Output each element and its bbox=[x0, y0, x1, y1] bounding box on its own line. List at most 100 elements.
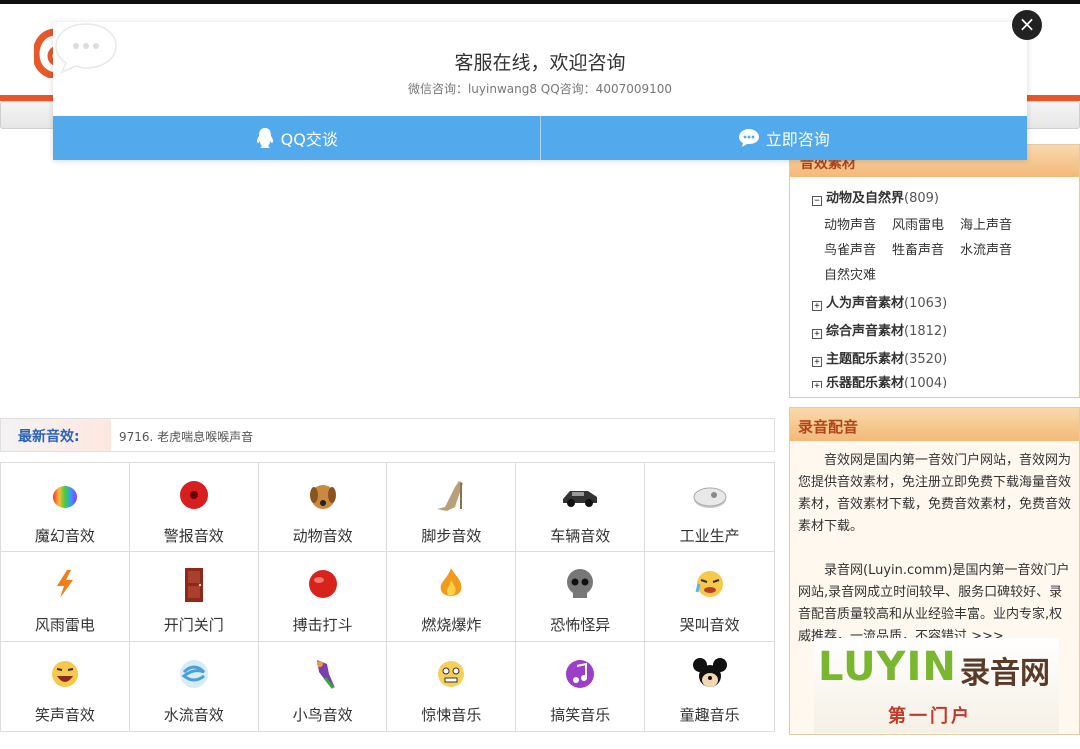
category-tile[interactable]: 童趣音乐 bbox=[645, 642, 774, 731]
door-icon bbox=[184, 568, 203, 603]
category-tile[interactable]: 开门关门 bbox=[129, 552, 259, 642]
qq-penguin-icon bbox=[256, 128, 273, 148]
category-count: (1004) bbox=[904, 376, 948, 388]
category-name[interactable]: 动物及自然界 bbox=[826, 191, 904, 206]
luyin-logo-cn: 录音网 bbox=[960, 656, 1050, 691]
crying-face-icon bbox=[695, 571, 723, 598]
category-label[interactable]: 脚步音效 bbox=[387, 525, 515, 546]
luyin-description: 音效网是国内第一音效门户网站，音效网为您提供音效素材，免注册立即免费下载海量音效… bbox=[790, 441, 1079, 648]
qq-chat-button[interactable]: QQ交谈 bbox=[53, 116, 540, 160]
expand-icon[interactable]: + bbox=[812, 301, 822, 311]
subcategory-link[interactable]: 水流声音 bbox=[960, 238, 1028, 263]
top-bar bbox=[0, 0, 1080, 4]
category-label[interactable]: 搏击打斗 bbox=[259, 614, 387, 635]
category-label[interactable]: 魔幻音效 bbox=[1, 525, 129, 546]
dog-icon bbox=[309, 485, 336, 509]
category-name[interactable]: 主题配乐素材 bbox=[826, 352, 904, 367]
category-label[interactable]: 风雨雷电 bbox=[1, 614, 129, 635]
sports-car-icon bbox=[563, 491, 598, 507]
category-item-expanded[interactable]: − 动物及自然界(809) bbox=[812, 185, 1079, 213]
category-label[interactable]: 警报音效 bbox=[130, 525, 258, 546]
category-label[interactable]: 动物音效 bbox=[259, 525, 387, 546]
category-label[interactable]: 工业生产 bbox=[645, 525, 774, 546]
category-count: (1812) bbox=[904, 324, 948, 339]
category-tile[interactable]: 车辆音效 bbox=[516, 463, 646, 553]
category-label[interactable]: 惊悚音乐 bbox=[387, 704, 515, 725]
scared-face-icon bbox=[438, 660, 465, 687]
fire-icon bbox=[441, 568, 462, 597]
subcategory-link[interactable]: 海上声音 bbox=[960, 213, 1028, 238]
subcategory-link[interactable]: 鸟雀声音 bbox=[824, 238, 892, 263]
category-tile[interactable]: 惊悚音乐 bbox=[387, 641, 517, 731]
luyin-paragraph[interactable]: 录音网(Luyin.comm)是国内第一音效门户网站,录音网成立时间较早、服务口… bbox=[798, 560, 1071, 648]
chat-bubble-icon bbox=[55, 23, 117, 74]
category-item[interactable]: + 综合声音素材(1812) bbox=[812, 318, 1079, 346]
mickey-icon bbox=[692, 657, 727, 687]
subcategory-link[interactable]: 牲畜声音 bbox=[892, 238, 960, 263]
category-tile[interactable]: 哭叫音效 bbox=[645, 552, 774, 642]
boxing-glove-icon bbox=[308, 570, 337, 599]
category-tile[interactable]: 恐怖怪异 bbox=[516, 552, 646, 642]
parrot-icon bbox=[316, 659, 335, 689]
chat-bubble-icon bbox=[738, 129, 759, 147]
category-label[interactable]: 恐怖怪异 bbox=[516, 614, 644, 635]
category-label[interactable]: 车辆音效 bbox=[516, 525, 644, 546]
sound-category-grid: 魔幻音效 警报音效 动物音效 脚步音效 车辆音效 工业生产 风雨雷电 开门关门 … bbox=[0, 462, 775, 732]
collapse-icon[interactable]: − bbox=[812, 196, 822, 206]
category-label[interactable]: 燃烧爆炸 bbox=[387, 614, 515, 635]
category-item[interactable]: + 乐器配乐素材(1004) bbox=[812, 374, 1079, 388]
category-tile[interactable]: 魔幻音效 bbox=[1, 463, 130, 553]
page: 音效素材 − 动物及自然界(809) 动物声音 风雨雷电 海上声音 鸟雀声音 牲畜… bbox=[0, 0, 1080, 749]
category-label[interactable]: 水流音效 bbox=[130, 704, 258, 725]
category-label[interactable]: 搞笑音乐 bbox=[516, 704, 644, 725]
category-name[interactable]: 人为声音素材 bbox=[826, 296, 904, 311]
laughing-face-icon bbox=[51, 660, 78, 687]
category-tile[interactable]: 小鸟音效 bbox=[259, 641, 388, 731]
popup-button-row: QQ交谈 立即咨询 bbox=[53, 116, 1027, 160]
subcategory-link[interactable]: 自然灾难 bbox=[824, 263, 892, 288]
category-tile[interactable]: 脚步音效 bbox=[387, 463, 517, 553]
latest-sound-link[interactable]: 9716. 老虎喘息喉喉声音 bbox=[119, 428, 253, 445]
category-label[interactable]: 小鸟音效 bbox=[259, 704, 387, 725]
consult-now-button[interactable]: 立即咨询 bbox=[539, 116, 1027, 160]
category-label[interactable]: 笑声音效 bbox=[1, 704, 129, 725]
category-tile[interactable]: 搞笑音乐 bbox=[516, 641, 646, 731]
expand-icon[interactable]: + bbox=[812, 329, 822, 339]
luyin-logo[interactable]: LUYIN 录音网 第一门户 bbox=[814, 638, 1059, 733]
luyin-panel: 录音配音 音效网是国内第一音效门户网站，音效网为您提供音效素材，免注册立即免费下… bbox=[789, 407, 1080, 735]
subcategory-link[interactable]: 风雨雷电 bbox=[892, 213, 960, 238]
close-icon[interactable]: × bbox=[1012, 10, 1042, 40]
qq-chat-label[interactable]: QQ交谈 bbox=[281, 126, 338, 150]
category-name[interactable]: 综合声音素材 bbox=[826, 324, 904, 339]
consult-now-label[interactable]: 立即咨询 bbox=[766, 126, 830, 150]
category-panel: 音效素材 − 动物及自然界(809) 动物声音 风雨雷电 海上声音 鸟雀声音 牲畜… bbox=[789, 144, 1080, 398]
category-count: (809) bbox=[904, 191, 939, 206]
skull-icon bbox=[567, 569, 594, 599]
category-item[interactable]: + 主题配乐素材(3520) bbox=[812, 346, 1079, 374]
category-tile[interactable]: 动物音效 bbox=[258, 463, 388, 553]
category-tile[interactable]: 笑声音效 bbox=[1, 641, 130, 731]
luyin-logo-slogan: 第一门户 bbox=[888, 706, 972, 727]
subcategory-link[interactable]: 动物声音 bbox=[824, 213, 892, 238]
category-tile[interactable]: 风雨雷电 bbox=[1, 552, 130, 642]
category-name[interactable]: 乐器配乐素材 bbox=[826, 376, 904, 388]
popup-contact-info: 微信咨询：luyinwang8 QQ咨询：4007009100 bbox=[407, 82, 673, 96]
expand-icon[interactable]: + bbox=[812, 357, 822, 367]
category-label[interactable]: 哭叫音效 bbox=[645, 614, 774, 635]
popup-title: 客服在线，欢迎咨询 bbox=[454, 52, 626, 74]
expand-icon[interactable]: + bbox=[812, 381, 822, 388]
category-label[interactable]: 童趣音乐 bbox=[645, 704, 774, 725]
luyin-logo-text: LUYIN bbox=[818, 644, 957, 690]
category-item[interactable]: + 人为声音素材(1063) bbox=[812, 290, 1079, 318]
luyin-panel-title: 录音配音 bbox=[790, 408, 1079, 441]
category-tile[interactable]: 水流音效 bbox=[130, 641, 259, 731]
machine-disc-icon bbox=[693, 487, 727, 508]
category-tile[interactable]: 工业生产 bbox=[645, 463, 774, 553]
subcategory-list: 动物声音 风雨雷电 海上声音 鸟雀声音 牲畜声音 水流声音 自然灾难 bbox=[812, 213, 1042, 288]
category-tile[interactable]: 燃烧爆炸 bbox=[387, 552, 517, 642]
lightning-icon bbox=[56, 570, 73, 599]
category-label[interactable]: 开门关门 bbox=[130, 614, 258, 635]
category-tile[interactable]: 警报音效 bbox=[129, 463, 259, 553]
high-heel-icon bbox=[437, 481, 464, 511]
category-tile[interactable]: 搏击打斗 bbox=[258, 552, 388, 642]
